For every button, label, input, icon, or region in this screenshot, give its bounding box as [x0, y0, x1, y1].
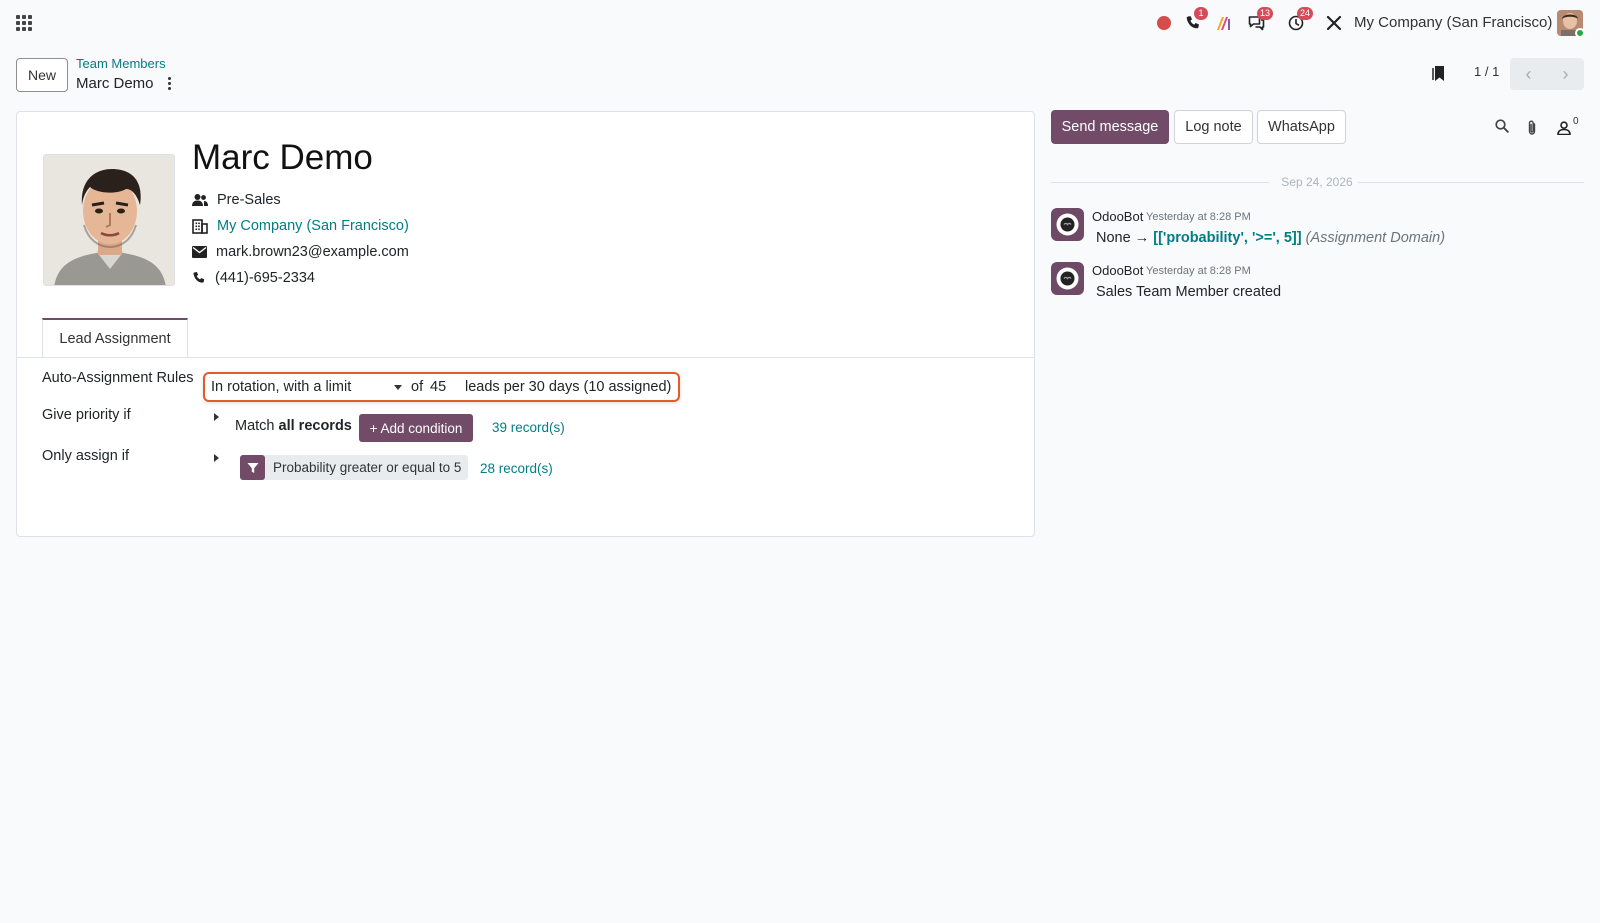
record-name[interactable]: Marc Demo — [192, 138, 373, 178]
only-record-count[interactable]: 28 record(s) — [480, 461, 553, 476]
chevron-down-icon[interactable] — [394, 385, 402, 390]
message-author[interactable]: OdooBot — [1092, 263, 1143, 278]
message-time: Yesterday at 8:28 PM — [1146, 211, 1251, 223]
rules-field: In rotation, with a limit of 45 leads pe… — [203, 372, 680, 402]
whatsapp-button[interactable]: WhatsApp — [1257, 110, 1346, 144]
actions-menu-icon[interactable] — [161, 74, 177, 92]
log-note-button[interactable]: Log note — [1174, 110, 1253, 144]
rules-label: Auto-Assignment Rules — [42, 370, 194, 386]
building-icon — [192, 218, 208, 234]
limit-suffix: leads per 30 days (10 assigned) — [465, 379, 672, 395]
tools-icon[interactable] — [1325, 10, 1343, 36]
apps-icon[interactable] — [16, 15, 32, 31]
only-assign-label: Only assign if — [42, 448, 130, 464]
chat-icon[interactable]: 13 — [1245, 7, 1274, 36]
online-status — [1575, 28, 1585, 38]
clock-icon[interactable]: 24 — [1285, 7, 1314, 36]
arrow-icon: → — [1134, 230, 1150, 246]
email-row: mark.brown23@example.com — [192, 244, 409, 260]
search-icon[interactable] — [1495, 119, 1509, 136]
only-assign-expand-icon[interactable] — [214, 454, 219, 462]
match-records[interactable]: all records — [279, 418, 352, 434]
pager-previous-icon[interactable]: ‹ — [1510, 58, 1547, 90]
team-name: Pre-Sales — [217, 192, 281, 208]
message-body: Sales Team Member created — [1096, 284, 1282, 300]
filter-icon — [240, 455, 265, 480]
breadcrumb-team-members[interactable]: Team Members — [76, 56, 166, 71]
phone-row: (441)-695-2334 — [192, 270, 315, 286]
record-icon[interactable] — [1155, 10, 1173, 36]
priority-expand-icon[interactable] — [214, 413, 219, 421]
match-text: Match all records — [235, 418, 352, 434]
envelope-icon — [192, 246, 207, 258]
pager-value[interactable]: 1 / 1 — [1474, 64, 1499, 79]
of-label: of — [411, 379, 424, 395]
rules-select[interactable]: In rotation, with a limit — [211, 379, 406, 395]
tracking-old-value: None — [1096, 230, 1131, 246]
activities-badge: 24 — [1297, 7, 1314, 20]
add-condition-button[interactable]: + Add condition — [359, 414, 473, 442]
tracking-message: None → [['probability', '>=', 5]] (Assig… — [1096, 230, 1445, 246]
priority-label: Give priority if — [42, 407, 131, 423]
send-message-button[interactable]: Send message — [1051, 110, 1169, 144]
tracking-field-name: (Assignment Domain) — [1305, 230, 1446, 246]
tab-divider — [17, 357, 1034, 358]
top-navbar: 1 13 24 My Company (San Francisco) — [0, 0, 1600, 46]
match-prefix: Match — [235, 418, 275, 434]
phone-small-icon — [193, 271, 205, 283]
limit-input[interactable]: 45 — [430, 379, 446, 395]
team-row: Pre-Sales — [192, 192, 281, 208]
pager-nav: ‹ › — [1510, 58, 1584, 90]
priority-record-count[interactable]: 39 record(s) — [492, 420, 565, 435]
breadcrumb-current: Marc Demo — [76, 75, 154, 92]
paperclip-icon[interactable] — [1526, 120, 1538, 139]
phone-icon[interactable]: 1 — [1182, 7, 1208, 36]
calls-badge: 1 — [1194, 7, 1208, 20]
filter-text: Probability greater or equal to 5 — [273, 460, 462, 475]
domain-filter-chip[interactable]: Probability greater or equal to 5 — [240, 455, 469, 480]
messages-badge: 13 — [1257, 7, 1274, 20]
tab-lead-assignment[interactable]: Lead Assignment — [42, 318, 188, 358]
message-time: Yesterday at 8:28 PM — [1146, 265, 1251, 277]
company-link[interactable]: My Company (San Francisco) — [217, 218, 409, 234]
robot-icon[interactable] — [1051, 262, 1084, 295]
bookmark-icon[interactable] — [1431, 64, 1447, 85]
follower-icon[interactable] — [1557, 121, 1571, 138]
date-separator: Sep 24, 2026 — [1051, 173, 1584, 193]
studio-icon[interactable] — [1214, 10, 1234, 36]
robot-icon[interactable] — [1051, 208, 1084, 241]
company-row: My Company (San Francisco) — [192, 218, 409, 234]
followers-count: 0 — [1573, 116, 1579, 127]
date-label: Sep 24, 2026 — [1281, 175, 1353, 189]
phone-value[interactable]: (441)-695-2334 — [215, 270, 315, 286]
pager-next-icon[interactable]: › — [1547, 58, 1584, 90]
tracking-new-value: [['probability', '>=', 5]] — [1153, 230, 1302, 246]
team-icon — [192, 194, 208, 206]
member-photo[interactable] — [43, 154, 175, 286]
new-button[interactable]: New — [16, 58, 68, 92]
message-author[interactable]: OdooBot — [1092, 209, 1143, 224]
email-value[interactable]: mark.brown23@example.com — [216, 244, 409, 260]
form-sheet: Marc Demo Pre-Sales My Company (San Fran… — [16, 111, 1035, 537]
company-switcher[interactable]: My Company (San Francisco) — [1354, 14, 1552, 31]
